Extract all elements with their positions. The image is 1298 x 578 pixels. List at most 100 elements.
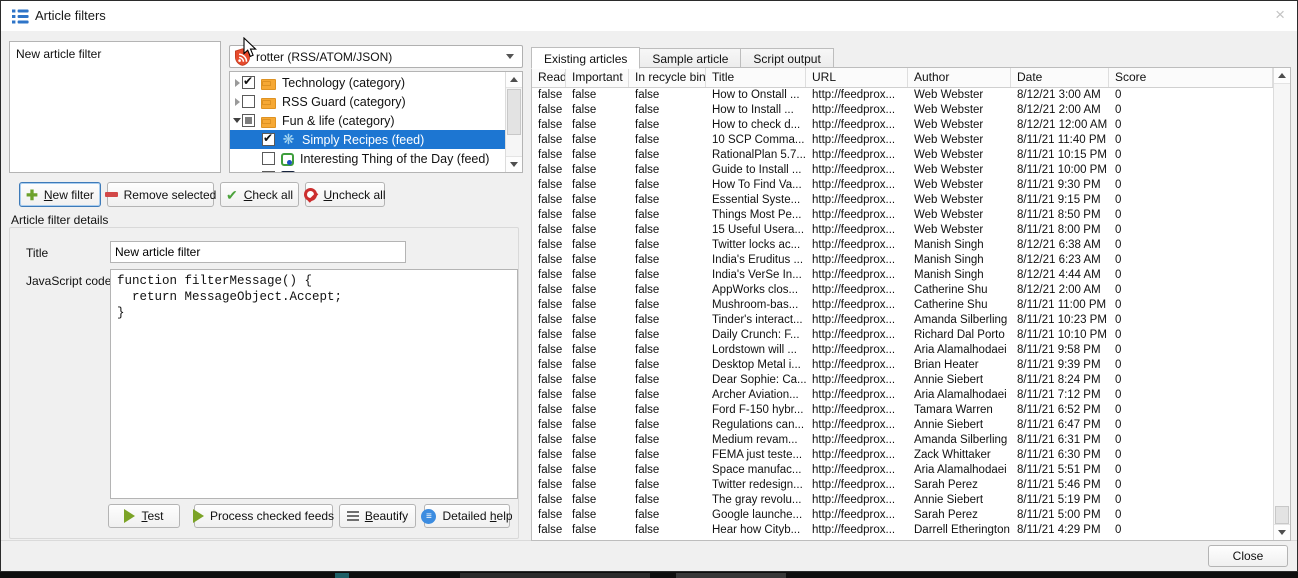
table-row[interactable]: falsefalsefalseFEMA just teste...http://… <box>532 448 1273 463</box>
cell-score: 0 <box>1109 478 1273 493</box>
detailed-help-button[interactable]: ≡ Detailed help <box>424 504 510 528</box>
column-header-title[interactable]: Title <box>706 68 806 87</box>
table-row[interactable]: falsefalsefalseIndia's VerSe In...http:/… <box>532 268 1273 283</box>
scroll-down-icon[interactable] <box>506 156 522 172</box>
feeds-tree-scrollbar[interactable] <box>505 72 522 172</box>
process-checked-feeds-button[interactable]: Process checked feeds <box>194 504 333 528</box>
feed-tree-item[interactable]: RSS Guard (category) <box>230 92 505 111</box>
feed-tree-item[interactable]: ❋Simply Recipes (feed) <box>230 130 505 149</box>
feeds-tree[interactable]: Technology (category)RSS Guard (category… <box>229 71 523 173</box>
table-row[interactable]: falsefalsefalseGoogle launche...http://f… <box>532 508 1273 523</box>
table-row[interactable]: falsefalsefalseHow to Onstall ...http://… <box>532 88 1273 103</box>
expander-collapsed-icon[interactable] <box>232 79 242 87</box>
remove-selected-button[interactable]: Remove selected <box>107 182 214 207</box>
title-input[interactable] <box>110 241 406 263</box>
cell-important: false <box>566 133 629 148</box>
feed-checkbox-checked[interactable] <box>242 76 255 89</box>
table-row[interactable]: falsefalsefalseHow To Find Va...http://f… <box>532 178 1273 193</box>
table-row[interactable]: falsefalsefalseDesktop Metal i...http://… <box>532 358 1273 373</box>
articles-table-scrollbar[interactable] <box>1273 68 1290 540</box>
feeds-tree-scroll-thumb[interactable] <box>507 89 521 135</box>
scroll-up-icon[interactable] <box>1274 68 1290 84</box>
table-row[interactable]: falsefalsefalseLordstown will ...http://… <box>532 343 1273 358</box>
tab-existing-articles[interactable]: Existing articles <box>531 47 640 69</box>
cell-in-recycle-bin: false <box>629 118 706 133</box>
scroll-up-icon[interactable] <box>506 72 522 88</box>
window-close-icon[interactable]: × <box>1275 5 1285 25</box>
account-dropdown[interactable]: rotter (RSS/ATOM/JSON) <box>229 45 523 68</box>
table-row[interactable]: falsefalsefalseMushroom-bas...http://fee… <box>532 298 1273 313</box>
table-row[interactable]: falsefalsefalseHow to check d...http://f… <box>532 118 1273 133</box>
table-row[interactable]: falsefalsefalseArcher Aviation...http://… <box>532 388 1273 403</box>
table-row[interactable]: falsefalsefalseHear how Cityb...http://f… <box>532 523 1273 538</box>
feed-tree-item[interactable]: Fun & life (category) <box>230 111 505 130</box>
table-row[interactable]: falsefalsefalseDaily Crunch: F...http://… <box>532 328 1273 343</box>
column-header-in-recycle-bin[interactable]: In recycle bin <box>629 68 706 87</box>
table-row[interactable]: falsefalsefalseRationalPlan 5.7...http:/… <box>532 148 1273 163</box>
feed-checkbox-unchecked[interactable] <box>242 95 255 108</box>
javascript-code-editor[interactable]: function filterMessage() { return Messag… <box>110 269 518 499</box>
feed-checkbox-unchecked[interactable] <box>262 171 275 173</box>
cell-important: false <box>566 358 629 373</box>
feed-tree-item[interactable]: Technology (category) <box>230 73 505 92</box>
cell-url: http://feedprox... <box>806 343 908 358</box>
table-row[interactable]: falsefalsefalseMedium revam...http://fee… <box>532 433 1273 448</box>
table-row[interactable]: falsefalsefalseDear Sophie: Ca...http://… <box>532 373 1273 388</box>
test-button[interactable]: Test <box>108 504 180 528</box>
table-row[interactable]: falsefalsefalseSpace manufac...http://fe… <box>532 463 1273 478</box>
tab-script-output[interactable]: Script output <box>740 48 833 68</box>
dialog-titlebar: Article filters × <box>1 1 1297 31</box>
table-row[interactable]: falsefalsefalseTwitter redesign...http:/… <box>532 478 1273 493</box>
cell-read: false <box>532 358 566 373</box>
cell-read: false <box>532 253 566 268</box>
filters-list[interactable]: New article filter <box>9 41 221 173</box>
uncheck-all-button[interactable]: Uncheck all <box>305 182 385 207</box>
column-header-score[interactable]: Score <box>1109 68 1273 87</box>
table-row[interactable]: falsefalsefalseGuide to Install ...http:… <box>532 163 1273 178</box>
table-row[interactable]: falsefalsefalseHow to Install ...http://… <box>532 103 1273 118</box>
scroll-down-icon[interactable] <box>1274 524 1290 540</box>
new-filter-button[interactable]: ✚ New filter <box>19 182 101 207</box>
cell-important: false <box>566 478 629 493</box>
table-row[interactable]: falsefalsefalseFord F-150 hybr...http://… <box>532 403 1273 418</box>
table-row[interactable]: falsefalsefalseTinder's interact...http:… <box>532 313 1273 328</box>
cell-important: false <box>566 388 629 403</box>
filter-list-item[interactable]: New article filter <box>10 42 220 64</box>
column-header-author[interactable]: Author <box>908 68 1011 87</box>
table-row[interactable]: falsefalsefalse15 Useful Usera...http://… <box>532 223 1273 238</box>
feed-checkbox-unchecked[interactable] <box>262 152 275 165</box>
expander-collapsed-icon[interactable] <box>232 98 242 106</box>
tab-sample-article[interactable]: Sample article <box>639 48 741 68</box>
feed-checkbox-partial[interactable] <box>242 114 255 127</box>
table-row[interactable]: falsefalsefalseAppWorks clos...http://fe… <box>532 283 1273 298</box>
close-button[interactable]: Close <box>1208 545 1288 567</box>
column-header-read[interactable]: Read <box>532 68 566 87</box>
table-row[interactable]: falsefalsefalseRegulations can...http://… <box>532 418 1273 433</box>
cell-in-recycle-bin: false <box>629 178 706 193</box>
cell-read: false <box>532 148 566 163</box>
cell-author: Web Webster <box>908 133 1011 148</box>
code-field-label: JavaScript code <box>26 274 111 288</box>
cell-title: Essential Syste... <box>706 193 806 208</box>
cell-read: false <box>532 508 566 523</box>
table-row[interactable]: falsefalsefalseThings Most Pe...http://f… <box>532 208 1273 223</box>
column-header-date[interactable]: Date <box>1011 68 1109 87</box>
column-header-url[interactable]: URL <box>806 68 908 87</box>
articles-scroll-thumb[interactable] <box>1275 506 1289 524</box>
feed-checkbox-checked[interactable] <box>262 133 275 146</box>
cell-title: RationalPlan 5.7... <box>706 148 806 163</box>
cell-read: false <box>532 523 566 538</box>
mouse-cursor <box>243 37 258 64</box>
check-all-button[interactable]: ✔ Check all <box>220 182 299 207</box>
expander-expanded-icon[interactable] <box>232 118 242 123</box>
feed-tree-item[interactable]: Interesting Thing of the Day (feed) <box>230 149 505 168</box>
table-row[interactable]: falsefalsefalseIndia's Eruditus ...http:… <box>532 253 1273 268</box>
beautify-button[interactable]: Beautify <box>339 504 416 528</box>
article-filters-dialog: Article filters × New article filter rot… <box>0 0 1298 572</box>
column-header-important[interactable]: Important <box>566 68 629 87</box>
feed-tree-item[interactable]: Mashable (feed) <box>230 168 505 173</box>
table-row[interactable]: falsefalsefalseTwitter locks ac...http:/… <box>532 238 1273 253</box>
table-row[interactable]: falsefalsefalse10 SCP Comma...http://fee… <box>532 133 1273 148</box>
table-row[interactable]: falsefalsefalseThe gray revolu...http://… <box>532 493 1273 508</box>
table-row[interactable]: falsefalsefalseEssential Syste...http://… <box>532 193 1273 208</box>
